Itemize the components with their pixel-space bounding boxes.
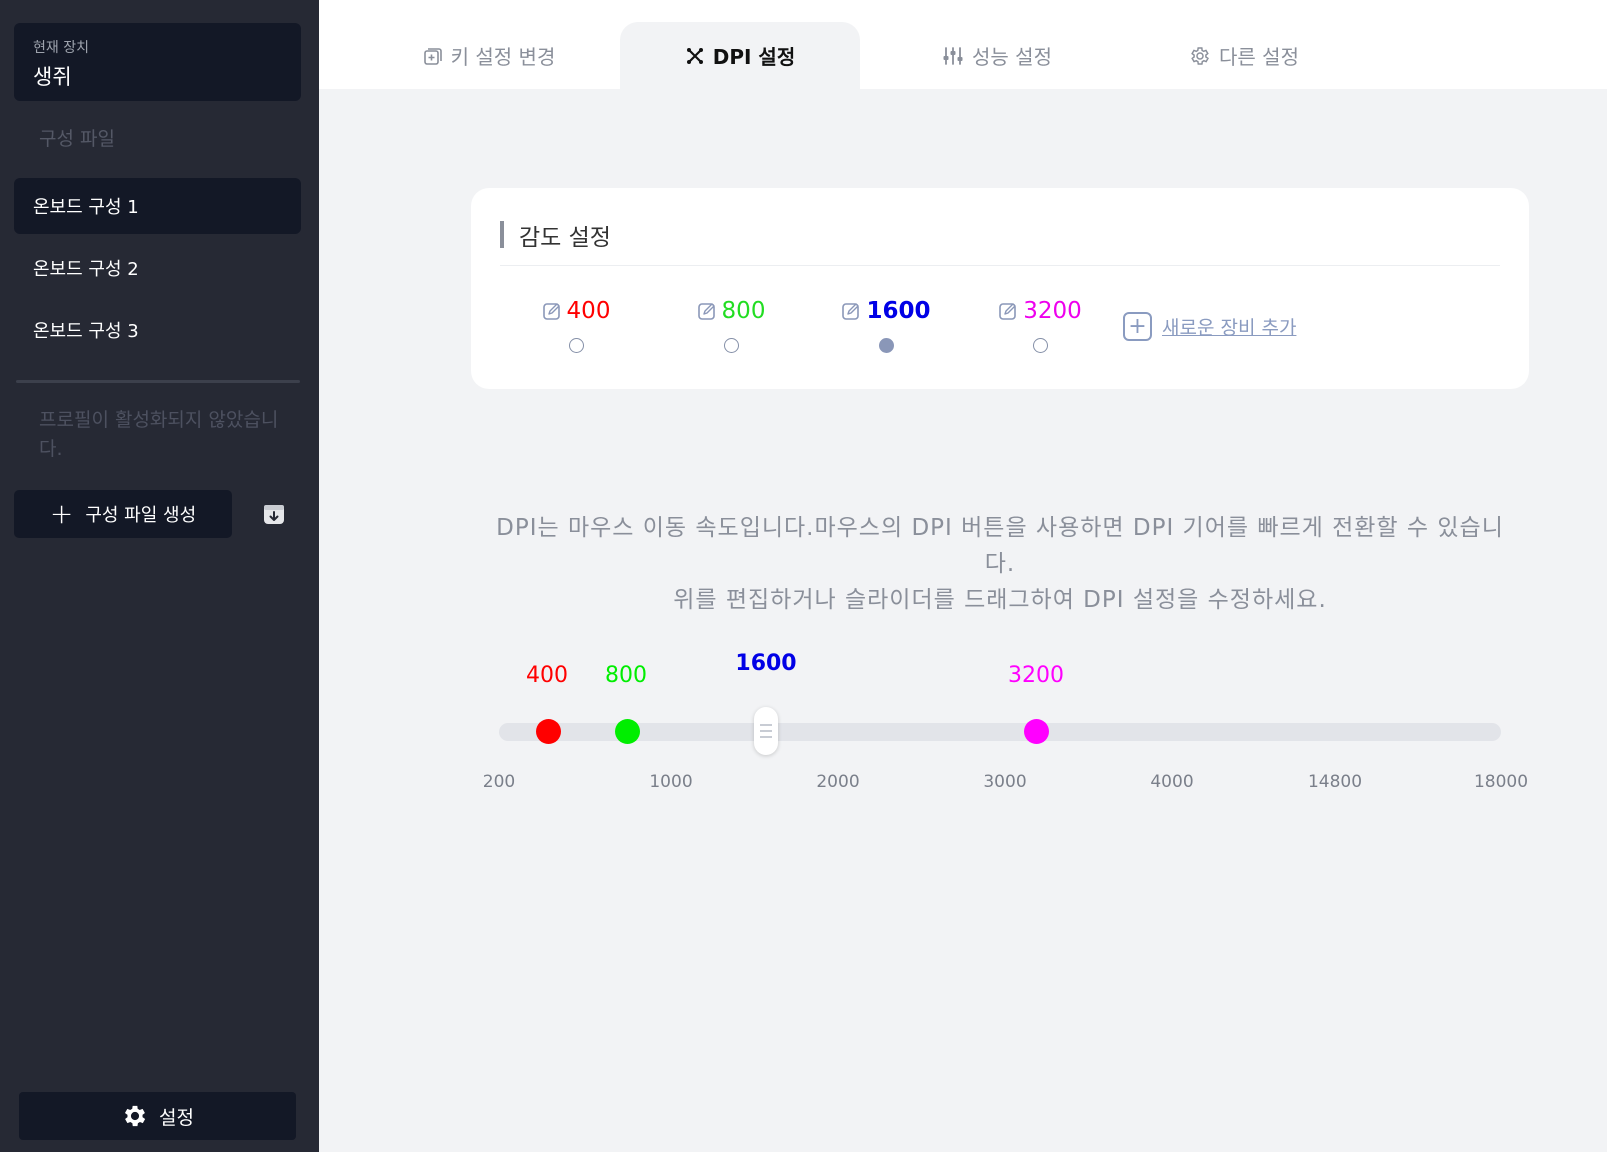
- dpi-icon: [686, 47, 703, 64]
- current-device-card[interactable]: 현재 장치 생쥐: [14, 23, 301, 101]
- key-settings-icon: [423, 47, 442, 65]
- dpi-description-line-1: DPI는 마우스 이동 속도입니다.마우스의 DPI 버튼을 사용하면 DPI …: [496, 515, 1504, 577]
- add-device-button[interactable]: + 새로운 장비 추가: [1123, 312, 1296, 341]
- sliders-icon: [943, 46, 963, 65]
- sidebar-divider: [16, 380, 300, 383]
- dpi-level-value-text: 1600: [866, 298, 931, 324]
- dpi-description-line-2: 위를 편집하거나 슬라이더를 드래그하여 DPI 설정을 수정하세요.: [673, 587, 1327, 613]
- dpi-level-2[interactable]: 800: [671, 298, 791, 353]
- dpi-level-value-text: 400: [566, 298, 611, 324]
- sensitivity-card: 감도 설정 400 800 1600 3200 + 새로운 장비 추가: [471, 188, 1529, 389]
- edit-icon[interactable]: [542, 301, 562, 321]
- edit-icon[interactable]: [841, 301, 861, 321]
- tab-performance-settings[interactable]: 성능 설정: [877, 22, 1117, 89]
- dpi-level-value-text: 800: [721, 298, 766, 324]
- edit-icon[interactable]: [697, 301, 717, 321]
- sidebar: 현재 장치 생쥐 구성 파일 온보드 구성 1 온보드 구성 2 온보드 구성 …: [0, 0, 319, 1152]
- tab-other-settings[interactable]: 다른 설정: [1124, 22, 1364, 89]
- tab-label: 성능 설정: [972, 45, 1052, 69]
- slider-tick: 3000: [983, 772, 1027, 792]
- dpi-level-value[interactable]: 400: [516, 298, 636, 324]
- slider-marker-800[interactable]: [615, 719, 640, 744]
- profile-item-label: 온보드 구성 3: [33, 321, 139, 342]
- gear-icon: [1191, 46, 1209, 65]
- grip-line: [760, 736, 772, 738]
- dpi-level-radio[interactable]: [568, 338, 584, 353]
- marker-label-800: 800: [605, 663, 647, 688]
- dpi-level-value[interactable]: 1600: [826, 298, 946, 324]
- import-icon[interactable]: [262, 502, 286, 526]
- profile-item-onboard-1[interactable]: 온보드 구성 1: [14, 178, 301, 234]
- dpi-slider: 400 800 1600 3200 200 1000 2000 3000 400…: [483, 645, 1528, 795]
- profile-item-label: 온보드 구성 2: [33, 259, 139, 280]
- profile-inactive-note: 프로필이 활성화되지 않았습니다.: [39, 409, 279, 460]
- edit-icon[interactable]: [998, 301, 1018, 321]
- tab-label: 키 설정 변경: [450, 45, 556, 69]
- dpi-description: DPI는 마우스 이동 속도입니다.마우스의 DPI 버튼을 사용하면 DPI …: [490, 510, 1510, 618]
- title-accent-bar: [500, 221, 504, 248]
- slider-tick: 2000: [816, 772, 860, 792]
- create-profile-label: 구성 파일 생성: [85, 505, 197, 526]
- tab-label: 다른 설정: [1219, 45, 1299, 69]
- settings-button[interactable]: 설정: [19, 1092, 296, 1140]
- sensitivity-divider: [500, 265, 1500, 266]
- tab-dpi-settings[interactable]: DPI 설정: [620, 22, 860, 89]
- profile-item-onboard-3[interactable]: 온보드 구성 3: [14, 302, 301, 358]
- dpi-level-value[interactable]: 800: [671, 298, 791, 324]
- dpi-level-4[interactable]: 3200: [980, 298, 1100, 353]
- add-device-label: 새로운 장비 추가: [1162, 317, 1297, 339]
- dpi-level-value-text: 3200: [1023, 298, 1082, 324]
- current-device-label: 현재 장치: [33, 40, 89, 56]
- sensitivity-title: 감도 설정: [500, 221, 611, 251]
- sensitivity-title-text: 감도 설정: [519, 224, 611, 251]
- marker-label-1600: 1600: [735, 651, 797, 676]
- slider-tick: 4000: [1150, 772, 1194, 792]
- dpi-level-value[interactable]: 3200: [980, 298, 1100, 324]
- plus-icon: +: [1123, 312, 1152, 341]
- slider-tick: 1000: [649, 772, 693, 792]
- gear-icon: [124, 1105, 146, 1127]
- dpi-level-radio[interactable]: [723, 338, 739, 353]
- dpi-level-radio-selected[interactable]: [878, 338, 894, 353]
- tab-bar: 키 설정 변경 DPI 설정 성능 설정 다른 설정: [319, 0, 1607, 89]
- slider-tick: 200: [482, 772, 516, 792]
- dpi-level-1[interactable]: 400: [516, 298, 636, 353]
- marker-label-3200: 3200: [1008, 663, 1064, 688]
- tab-key-settings[interactable]: 키 설정 변경: [369, 22, 609, 89]
- slider-marker-3200[interactable]: [1024, 719, 1049, 744]
- slider-marker-400[interactable]: [536, 719, 561, 744]
- dpi-level-radio[interactable]: [1032, 338, 1048, 353]
- create-profile-button[interactable]: + 구성 파일 생성: [14, 490, 232, 538]
- settings-label: 설정: [159, 1106, 194, 1129]
- slider-tick: 14800: [1307, 772, 1363, 792]
- tab-label: DPI 설정: [712, 45, 796, 69]
- grip-line: [760, 724, 772, 726]
- plus-icon: +: [49, 497, 74, 530]
- profiles-section-label: 구성 파일: [39, 128, 115, 150]
- dpi-level-3[interactable]: 1600: [826, 298, 946, 353]
- profile-item-onboard-2[interactable]: 온보드 구성 2: [14, 240, 301, 296]
- slider-track[interactable]: [499, 723, 1501, 741]
- slider-handle-1600[interactable]: [754, 707, 778, 755]
- grip-line: [760, 730, 772, 732]
- slider-tick: 18000: [1473, 772, 1529, 792]
- current-device-name: 생쥐: [33, 65, 72, 89]
- marker-label-400: 400: [526, 663, 568, 688]
- profile-item-label: 온보드 구성 1: [33, 197, 139, 218]
